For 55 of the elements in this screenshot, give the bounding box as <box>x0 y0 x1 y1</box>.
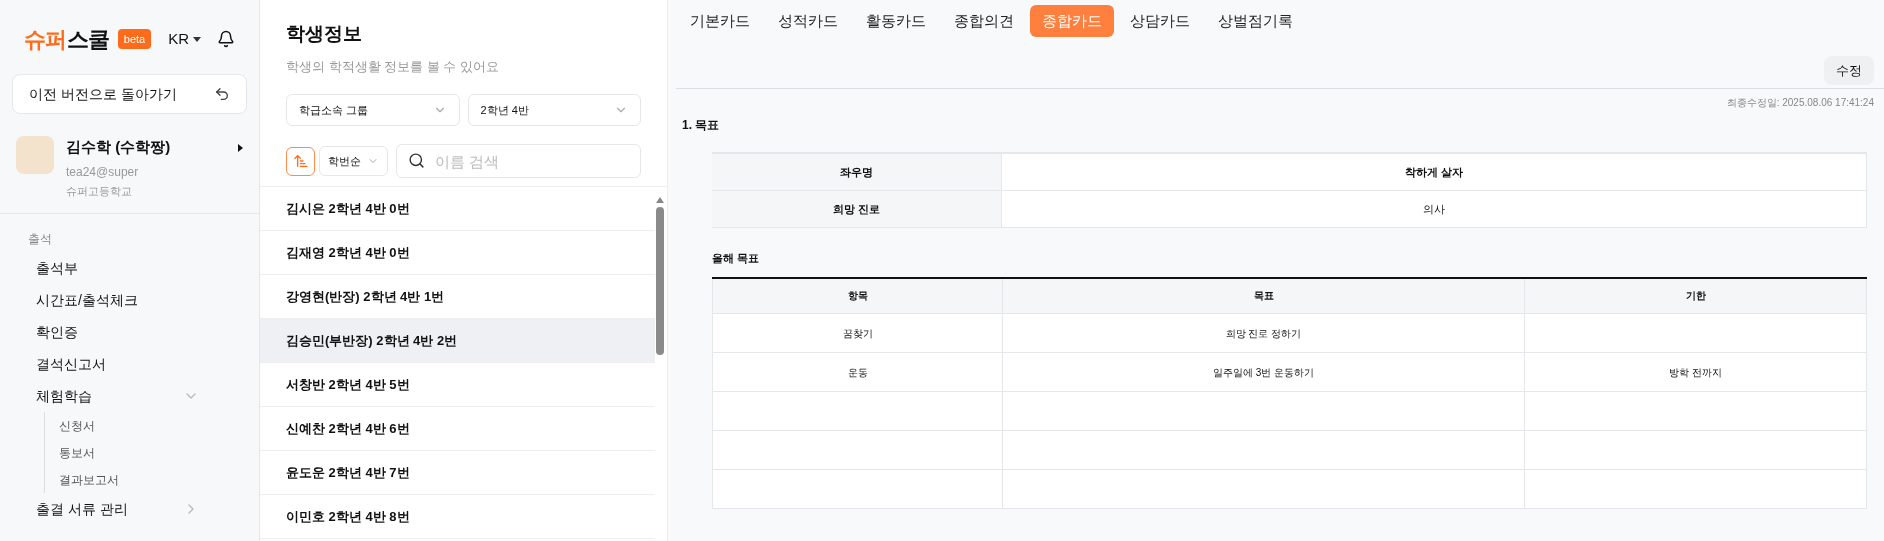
table-cell: 꿈찾기 <box>842 327 873 339</box>
user-email: tea24@super <box>66 163 140 181</box>
menu-item[interactable]: 시간표/출석체크 <box>28 284 199 316</box>
submenu-item[interactable]: 신청서 <box>45 412 199 439</box>
user-school: 슈퍼고등학교 <box>66 183 133 199</box>
group-select[interactable]: 학급소속 그룹 <box>286 94 460 126</box>
table-cell-text: 의사 <box>1423 201 1445 217</box>
section-label: 출석 <box>28 231 53 248</box>
menu-item[interactable]: 출석부 <box>28 252 199 284</box>
back-button[interactable]: 이전 버전으로 돌아가기 <box>12 74 247 114</box>
caret-icon[interactable] <box>238 144 243 152</box>
user-name: 김수학 (수학짱) <box>66 137 171 157</box>
subsection-title: 올해 목표 <box>712 251 761 266</box>
student-row[interactable]: 김승민(부반장) 2학년 4반 2번 <box>260 319 655 363</box>
tab[interactable]: 상벌점기록 <box>1206 5 1305 37</box>
tab[interactable]: 활동카드 <box>854 5 938 37</box>
submenu-item[interactable]: 통보서 <box>45 439 199 466</box>
table-cell: 운동 <box>847 366 868 378</box>
caret-icon <box>193 36 201 42</box>
menu-item[interactable]: 체험학습 <box>28 380 199 412</box>
edit-button[interactable]: 수정 <box>1824 56 1874 85</box>
table-cell: 방학 전까지 <box>1669 366 1722 378</box>
beta-badge: beta <box>117 28 152 50</box>
undo-icon <box>214 86 230 102</box>
table-cell: 일주일에 3번 운동하기 <box>1212 366 1315 378</box>
bell-icon[interactable] <box>217 30 235 48</box>
avatar <box>16 136 54 174</box>
tab[interactable]: 상담카드 <box>1118 5 1202 37</box>
panel-title: 학생정보 <box>286 22 363 46</box>
table-header-cell-text: 좌우명 <box>840 164 873 180</box>
search-icon <box>408 152 425 169</box>
sort-order-button[interactable] <box>286 146 315 176</box>
tab[interactable]: 성적카드 <box>766 5 850 37</box>
panel-subtitle: 학생의 학적생활 정보를 볼 수 있어요 <box>286 57 501 76</box>
language-select[interactable]: KR <box>168 27 201 51</box>
table-cell: 희망 진로 정하기 <box>1225 327 1302 339</box>
table-header-cell-text: 희망 진로 <box>832 201 881 217</box>
sort-select[interactable]: 학번순 <box>319 146 388 176</box>
table-cell-text: 착하게 살자 <box>1404 164 1464 180</box>
submenu-item[interactable]: 결과보고서 <box>45 466 199 493</box>
tab[interactable]: 기본카드 <box>678 5 762 37</box>
scroll-up-icon[interactable] <box>656 197 664 203</box>
menu-item[interactable]: 결석신고서 <box>28 348 199 380</box>
column-header: 목표 <box>1002 277 1525 314</box>
tab[interactable]: 종합의견 <box>942 5 1026 37</box>
column-header: 기한 <box>1524 277 1867 314</box>
section-title: 1. 목표 <box>682 117 721 134</box>
logo[interactable]: 슈퍼스쿨 <box>24 22 110 56</box>
sort-icon <box>292 153 309 169</box>
search-field[interactable]: 이름 검색 <box>396 144 641 178</box>
class-select[interactable]: 2학년 4반 <box>467 94 641 126</box>
menu-item[interactable]: 확인증 <box>28 316 199 348</box>
last-modified: 최종수정일: 2025.08.06 17:41:24 <box>1726 96 1874 110</box>
column-header: 항목 <box>712 277 1003 314</box>
menu-item[interactable]: 출결 서류 관리 <box>28 493 199 525</box>
